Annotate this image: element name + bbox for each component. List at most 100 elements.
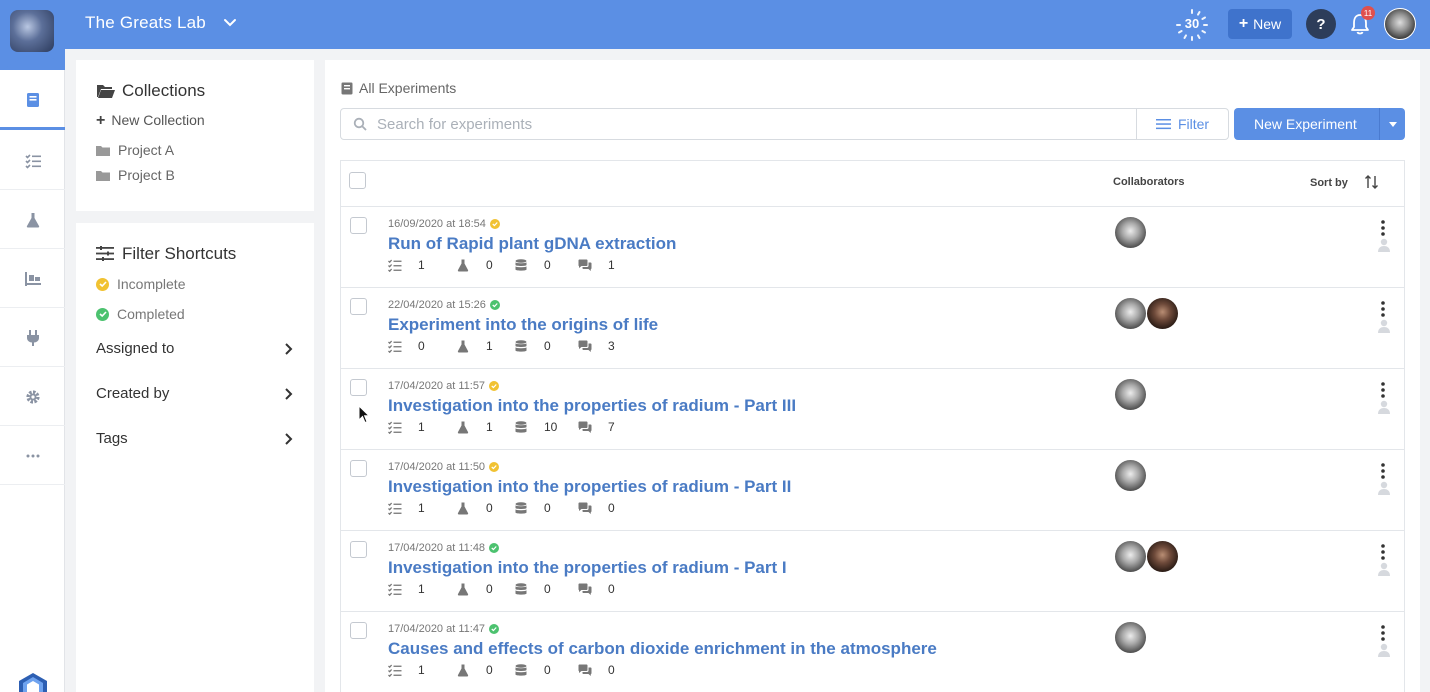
row-checkbox[interactable] [350,217,367,234]
assign-user-icon[interactable] [1377,400,1391,414]
table-row[interactable]: 17/04/2020 at 11:47 Causes and effects of… [341,612,1404,692]
lab-name[interactable]: The Greats Lab [85,13,206,33]
search-box [340,108,1137,140]
incomplete-check-icon [489,462,500,472]
assign-user-icon[interactable] [1377,238,1391,252]
collection-label: Project B [118,167,175,183]
database-icon [514,583,528,596]
completed-label: Completed [117,306,185,322]
completed-check-icon [489,624,500,634]
table-row[interactable]: 17/04/2020 at 11:48 Investigation into th… [341,531,1404,612]
row-date: 22/04/2020 at 15:26 [388,299,500,311]
steps-icon [388,502,402,516]
database-icon [514,664,528,677]
search-input[interactable] [377,115,1097,133]
sort-by-label[interactable]: Sort by [1310,177,1348,189]
created-by-filter[interactable]: Created by [96,385,294,402]
breadcrumb-label: All Experiments [359,80,457,96]
tags-filter[interactable]: Tags [96,430,294,447]
collaborator-avatar[interactable] [1115,217,1146,248]
row-menu-icon[interactable] [1381,625,1385,641]
row-menu-icon[interactable] [1381,301,1385,317]
assign-user-icon[interactable] [1377,481,1391,495]
table-row[interactable]: 22/04/2020 at 15:26 Experiment into the o… [341,288,1404,369]
row-menu-icon[interactable] [1381,463,1385,479]
collaborator-avatar[interactable] [1147,298,1178,329]
new-experiment-dropdown[interactable] [1379,108,1405,140]
steps-icon [388,259,402,273]
table-row[interactable]: 16/09/2020 at 18:54 Run of Rapid plant gD… [341,207,1404,288]
assigned-to-label: Assigned to [96,340,175,357]
rail-inventory[interactable] [0,250,65,308]
collection-item[interactable]: Project B [96,167,175,183]
collaborator-avatar[interactable] [1115,379,1146,410]
rail-settings[interactable] [0,368,65,426]
steps-icon [388,340,402,354]
row-menu-icon[interactable] [1381,382,1385,398]
flask-icon [26,212,39,227]
mouse-cursor-icon [358,405,370,424]
row-menu-icon[interactable] [1381,220,1385,236]
new-collection-link[interactable]: + New Collection [96,112,205,130]
row-checkbox[interactable] [350,622,367,639]
pallet-icon [24,271,41,286]
collaborator-avatar[interactable] [1115,622,1146,653]
collection-item[interactable]: Project A [96,142,174,158]
experiment-title-link[interactable]: Investigation into the properties of rad… [388,558,787,578]
user-avatar[interactable] [1384,8,1416,40]
row-checkbox[interactable] [350,541,367,558]
new-experiment-button[interactable]: New Experiment [1234,108,1405,140]
chevron-down-icon[interactable] [222,15,238,31]
completed-check-icon [96,307,109,321]
sort-icon[interactable] [1364,175,1380,189]
collaborators-header: Collaborators [1113,176,1185,188]
collaborator-avatar[interactable] [1115,541,1146,572]
rail-experiments[interactable] [0,72,65,130]
assign-user-icon[interactable] [1377,319,1391,333]
flask-icon [456,259,470,272]
row-date: 16/09/2020 at 18:54 [388,218,500,230]
collaborator-avatar[interactable] [1147,541,1178,572]
data-count: 10 [544,420,558,434]
database-icon [514,421,528,434]
select-all-checkbox[interactable] [349,172,366,189]
rail-protocols[interactable] [0,132,65,190]
data-count: 0 [544,582,551,596]
rail-integrations[interactable] [0,309,65,367]
filter-button[interactable]: Filter [1136,108,1229,140]
comments-count: 0 [608,582,615,596]
incomplete-check-icon [96,277,109,291]
collaborator-avatar[interactable] [1115,460,1146,491]
row-checkbox[interactable] [350,298,367,315]
filter-completed[interactable]: Completed [96,306,185,322]
filter-incomplete[interactable]: Incomplete [96,276,185,292]
comments-icon [578,664,592,677]
row-checkbox[interactable] [350,460,367,477]
new-experiment-label: New Experiment [1254,116,1357,132]
new-button[interactable]: + New [1228,9,1292,39]
plug-icon [26,329,39,346]
experiment-title-link[interactable]: Investigation into the properties of rad… [388,477,791,497]
experiment-title-link[interactable]: Investigation into the properties of rad… [388,396,796,416]
samples-count: 1 [486,420,493,434]
rail-more[interactable] [0,427,65,485]
notification-badge: 11 [1361,6,1375,20]
flask-icon [456,421,470,434]
collaborator-avatar[interactable] [1115,298,1146,329]
table-row[interactable]: 17/04/2020 at 11:57 Investigation into th… [341,369,1404,450]
rail-samples[interactable] [0,191,65,249]
data-count: 0 [544,258,551,272]
experiment-title-link[interactable]: Run of Rapid plant gDNA extraction [388,234,676,254]
assign-user-icon[interactable] [1377,562,1391,576]
experiment-title-link[interactable]: Causes and effects of carbon dioxide enr… [388,639,937,659]
experiment-title-link[interactable]: Experiment into the origins of life [388,315,658,335]
table-header: Collaborators Sort by [341,161,1404,207]
assigned-to-filter[interactable]: Assigned to [96,340,294,357]
table-row[interactable]: 17/04/2020 at 11:50 Investigation into th… [341,450,1404,531]
assign-user-icon[interactable] [1377,643,1391,657]
row-checkbox[interactable] [350,379,367,396]
help-button[interactable]: ? [1306,9,1336,39]
row-menu-icon[interactable] [1381,544,1385,560]
lab-logo[interactable] [10,10,54,52]
comments-count: 3 [608,339,615,353]
